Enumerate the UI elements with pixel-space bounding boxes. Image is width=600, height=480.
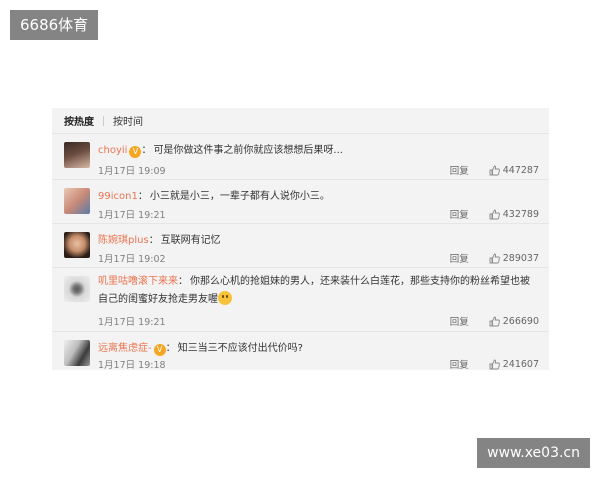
tab-sort-hot[interactable]: 按热度 (64, 113, 94, 128)
comment-text: 可是你做这件事之前你就应该想想后果呀... (153, 145, 343, 156)
avatar[interactable] (64, 276, 90, 302)
sort-divider (103, 115, 104, 126)
comment-item: choyii V：可是你做这件事之前你就应该想想后果呀... 1月17日 19:0… (52, 134, 549, 180)
thumb-up-icon (489, 316, 500, 327)
comment-meta: 1月17日 19:02 回复 289037 (98, 251, 539, 266)
like-count: 432789 (502, 208, 539, 220)
comment-time: 1月17日 19:18 (98, 360, 166, 370)
like-button[interactable]: 432789 (489, 209, 539, 220)
username-link[interactable]: 陈婉琪plus (98, 235, 149, 246)
reply-button[interactable]: 回复 (450, 251, 469, 265)
comment-item: 远离焦虑症- V：知三当三不应该付出代价吗? 1月17日 19:18 回复 241… (52, 332, 549, 370)
comment-body: 叽里咕噜滚下来来： 你那么心机的抢姐妹的男人，还来装什么白莲花，那些支持你的粉丝希… (98, 276, 530, 305)
comment-body: 陈婉琪plus： 互联网有记忆 (98, 235, 221, 246)
comment-time: 1月17日 19:21 (98, 317, 166, 328)
reply-button[interactable]: 回复 (450, 163, 469, 177)
comment-item: 99icon1： 小三就是小三，一辈子都有人说你小三。 1月17日 19:21 回… (52, 180, 549, 224)
comment-time: 1月17日 19:02 (98, 254, 166, 265)
reply-button[interactable]: 回复 (450, 207, 469, 221)
comment-text: 互联网有记忆 (160, 235, 221, 246)
comment-meta: 1月17日 19:09 回复 447287 (98, 163, 539, 178)
watermark-bottom: www.xe03.cn (477, 438, 590, 468)
like-button[interactable]: 289037 (489, 253, 539, 264)
like-count: 447287 (502, 164, 539, 176)
thumb-up-icon (489, 253, 500, 264)
username-link[interactable]: 99icon1 (98, 191, 138, 202)
avatar[interactable] (64, 232, 90, 258)
emoji-icon (218, 291, 232, 305)
like-count: 266690 (502, 315, 539, 327)
thumb-up-icon (489, 209, 500, 220)
like-count: 241607 (502, 358, 539, 370)
watermark-top: 6686体育 (10, 10, 99, 40)
comment-panel: 按热度 按时间 choyii V：可是你做这件事之前你就应该想想后果呀... 1月… (52, 108, 549, 370)
like-button[interactable]: 241607 (489, 359, 539, 370)
comment-time: 1月17日 19:21 (98, 210, 166, 221)
vip-badge-icon: V (129, 146, 142, 158)
reply-button[interactable]: 回复 (450, 357, 469, 370)
username-link[interactable]: 远离焦虑症- (98, 343, 152, 354)
reply-button[interactable]: 回复 (450, 314, 469, 328)
like-count: 289037 (502, 252, 539, 264)
sort-bar: 按热度 按时间 (52, 108, 549, 134)
comment-item: 陈婉琪plus： 互联网有记忆 1月17日 19:02 回复 289037 (52, 224, 549, 268)
tab-sort-time[interactable]: 按时间 (113, 113, 143, 128)
avatar[interactable] (64, 340, 90, 366)
comment-meta: 1月17日 19:18 回复 241607 (98, 357, 539, 371)
comment-body: 99icon1： 小三就是小三，一辈子都有人说你小三。 (98, 191, 330, 202)
username-link[interactable]: choyii (98, 145, 127, 156)
comment-meta: 1月17日 19:21 回复 266690 (98, 314, 539, 329)
comment-body: choyii V：可是你做这件事之前你就应该想想后果呀... (98, 145, 343, 158)
thumb-up-icon (489, 359, 500, 370)
like-button[interactable]: 447287 (489, 165, 539, 176)
avatar[interactable] (64, 142, 90, 168)
avatar[interactable] (64, 188, 90, 214)
comment-body: 远离焦虑症- V：知三当三不应该付出代价吗? (98, 343, 303, 356)
username-link[interactable]: 叽里咕噜滚下来来 (98, 276, 178, 287)
comment-time: 1月17日 19:09 (98, 166, 166, 177)
comment-text: 小三就是小三，一辈子都有人说你小三。 (149, 191, 330, 202)
comment-item: 叽里咕噜滚下来来： 你那么心机的抢姐妹的男人，还来装什么白莲花，那些支持你的粉丝希… (52, 268, 549, 332)
vip-badge-icon: V (153, 344, 166, 356)
comment-meta: 1月17日 19:21 回复 432789 (98, 207, 539, 222)
thumb-up-icon (489, 165, 500, 176)
like-button[interactable]: 266690 (489, 316, 539, 327)
comment-text: 知三当三不应该付出代价吗? (177, 343, 303, 354)
